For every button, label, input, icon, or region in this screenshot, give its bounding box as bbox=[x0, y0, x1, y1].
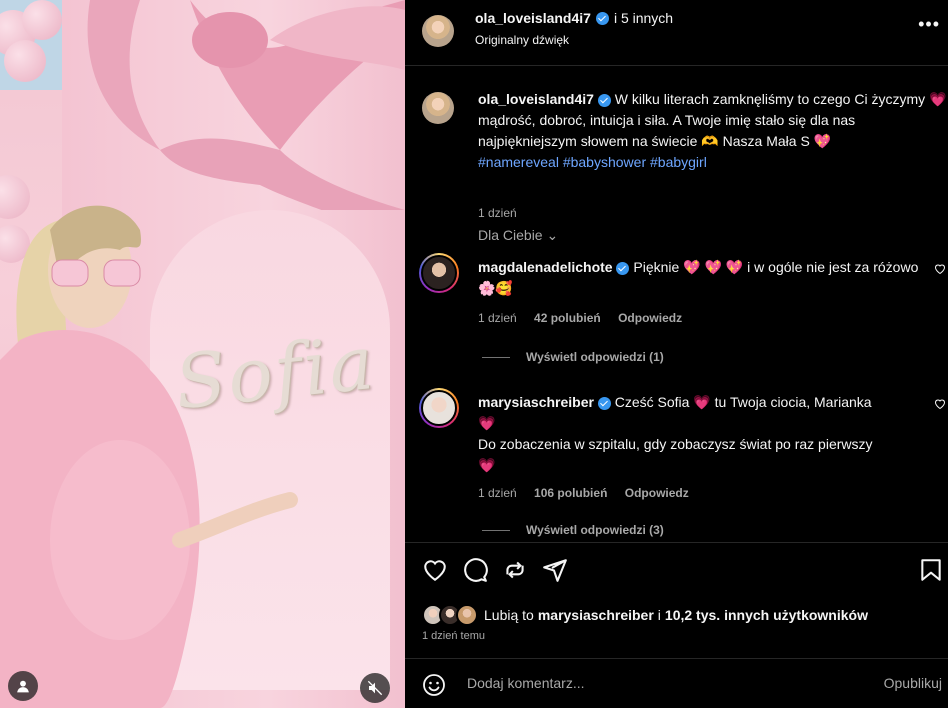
caption-avatar[interactable] bbox=[422, 92, 454, 124]
chevron-down-icon: ⌄ bbox=[546, 227, 559, 243]
caption-part1: W kilku literach zamknęliśmy to czego Ci… bbox=[614, 91, 926, 107]
comment-input[interactable]: Dodaj komentarz... bbox=[467, 675, 585, 691]
comments-filter[interactable]: Dla Ciebie ⌄ bbox=[478, 227, 558, 244]
comment-likes[interactable]: 42 polubień bbox=[534, 311, 601, 325]
likes-user[interactable]: marysiaschreiber bbox=[538, 607, 654, 623]
hands-heart-emoji: 🫶 bbox=[701, 133, 719, 149]
replies-divider bbox=[482, 529, 510, 531]
verified-icon bbox=[597, 93, 611, 107]
author-username[interactable]: ola_loveisland4i7 bbox=[475, 10, 591, 26]
commenter-avatar[interactable] bbox=[419, 388, 459, 428]
caption-part3: Nasza Mała S bbox=[722, 133, 810, 149]
author-avatar[interactable] bbox=[422, 15, 454, 47]
comment-body: Pięknie bbox=[633, 259, 680, 275]
publish-button[interactable]: Opublikuj bbox=[884, 675, 942, 691]
heart-icon[interactable] bbox=[422, 557, 448, 583]
reply-button[interactable]: Odpowiedz bbox=[618, 311, 682, 325]
caption-username[interactable]: ola_loveisland4i7 bbox=[478, 91, 594, 107]
caption-time: 1 dzień bbox=[478, 206, 517, 220]
caption-text: ola_loveisland4i7 W kilku literach zamkn… bbox=[478, 89, 948, 173]
comment-item: marysiaschreiber Cześć Sofia 💗 tu Twoja … bbox=[419, 388, 948, 542]
more-icon[interactable]: ••• bbox=[918, 14, 940, 35]
ribbon-bow bbox=[87, 0, 405, 210]
hashtag[interactable]: #babyshower bbox=[563, 154, 646, 170]
mute-icon bbox=[367, 680, 383, 696]
comment-body: tu Twoja ciocia, Marianka bbox=[714, 394, 872, 410]
post-sidebar: ola_loveisland4i7 i 5 innych Originalny … bbox=[405, 0, 948, 708]
comment-likes[interactable]: 106 polubień bbox=[534, 486, 607, 500]
comment-username[interactable]: marysiaschreiber bbox=[478, 394, 594, 410]
heart-emoji: 💗 bbox=[693, 394, 711, 410]
action-icons bbox=[422, 557, 568, 583]
comments-scroll[interactable]: ola_loveisland4i7 W kilku literach zamkn… bbox=[405, 67, 948, 542]
view-replies[interactable]: Wyświetl odpowiedzi (3) bbox=[482, 523, 664, 537]
balloon bbox=[22, 0, 62, 40]
verified-icon bbox=[597, 396, 611, 410]
comment-text: magdalenadelichote Pięknie 💖 💖 💖 i w ogó… bbox=[478, 257, 938, 299]
view-replies[interactable]: Wyświetl odpowiedzi (1) bbox=[482, 350, 664, 364]
add-comment-bar: Dodaj komentarz... Opublikuj bbox=[405, 658, 948, 708]
hashtag[interactable]: #namereveal bbox=[478, 154, 559, 170]
emoji-icon[interactable] bbox=[422, 673, 446, 697]
comment-body: Do zobaczenia w szpitalu, gdy zobaczysz … bbox=[478, 436, 873, 452]
coauthors-link[interactable]: i 5 innych bbox=[614, 10, 673, 26]
view-replies-label: Wyświetl odpowiedzi (3) bbox=[526, 523, 664, 537]
comment-body: i w ogóle nie jest za różowo bbox=[747, 259, 919, 275]
post-actions: Lubią to marysiaschreiber i 10,2 tys. in… bbox=[405, 542, 948, 658]
heart-emoji: 💗 bbox=[478, 415, 496, 431]
comment-text: marysiaschreiber Cześć Sofia 💗 tu Twoja … bbox=[478, 392, 938, 476]
avatar bbox=[456, 604, 478, 626]
likes-prefix: Lubią to bbox=[484, 607, 534, 623]
commenter-avatar[interactable] bbox=[419, 253, 459, 293]
flower-emoji: 🌸🥰 bbox=[478, 280, 513, 296]
likes-summary: Lubią to marysiaschreiber i 10,2 tys. in… bbox=[422, 604, 868, 626]
post-photo[interactable]: Sofia bbox=[0, 0, 405, 708]
filter-label: Dla Ciebie bbox=[478, 227, 543, 243]
comment-time: 1 dzień bbox=[478, 486, 517, 500]
mute-button[interactable] bbox=[360, 673, 390, 703]
verified-icon bbox=[595, 11, 609, 25]
share-icon[interactable] bbox=[502, 557, 528, 583]
comment-item: magdalenadelichote Pięknie 💖 💖 💖 i w ogó… bbox=[419, 253, 948, 364]
save-icon[interactable] bbox=[918, 557, 944, 583]
comment-time: 1 dzień bbox=[478, 311, 517, 325]
likes-others[interactable]: 10,2 tys. innych użytkowników bbox=[665, 607, 868, 623]
comment-body: Cześć Sofia bbox=[614, 394, 690, 410]
verified-icon bbox=[616, 261, 630, 275]
comment-meta: 1 dzień 42 polubień Odpowiedz bbox=[478, 311, 696, 325]
balloon bbox=[4, 40, 46, 82]
replies-divider bbox=[482, 356, 510, 358]
heart-icon[interactable] bbox=[934, 263, 946, 275]
hashtag[interactable]: #babygirl bbox=[650, 154, 707, 170]
post-header: ola_loveisland4i7 i 5 innych Originalny … bbox=[405, 0, 948, 66]
heart-emoji: 💖 💖 💖 bbox=[683, 259, 744, 275]
liker-avatars bbox=[422, 604, 480, 626]
heart-emoji: 💗 bbox=[929, 91, 947, 107]
comment-icon[interactable] bbox=[462, 557, 488, 583]
comment-meta: 1 dzień 106 polubień Odpowiedz bbox=[478, 486, 703, 500]
person-icon bbox=[17, 680, 29, 693]
heart-emoji: 💗 bbox=[478, 457, 496, 473]
comment-username[interactable]: magdalenadelichote bbox=[478, 259, 613, 275]
heart-icon[interactable] bbox=[934, 398, 946, 410]
likes-middle: i bbox=[657, 607, 661, 623]
heart-emoji: 💖 bbox=[813, 133, 832, 149]
author-line: ola_loveisland4i7 i 5 innych bbox=[475, 10, 673, 26]
send-icon[interactable] bbox=[542, 557, 568, 583]
reply-button[interactable]: Odpowiedz bbox=[625, 486, 689, 500]
audio-label[interactable]: Originalny dźwięk bbox=[475, 33, 569, 47]
view-replies-label: Wyświetl odpowiedzi (1) bbox=[526, 350, 664, 364]
post-time: 1 dzień temu bbox=[422, 630, 485, 642]
tagged-people-button[interactable] bbox=[8, 671, 38, 701]
woman-figure bbox=[0, 205, 298, 708]
